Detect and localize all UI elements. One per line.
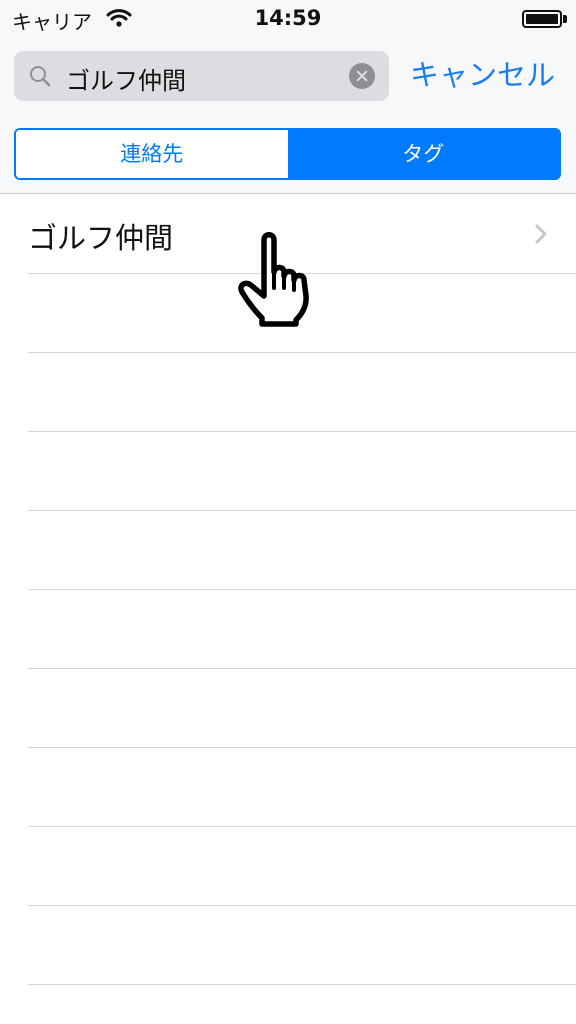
- search-query-text[interactable]: ゴルフ仲間: [66, 61, 186, 96]
- list-item-label: ゴルフ仲間: [28, 221, 174, 255]
- clock-time: 14:59: [254, 6, 322, 30]
- pointing-hand-icon: [238, 232, 309, 327]
- battery-tip: [563, 15, 567, 23]
- search-header: ゴルフ仲間 キャンセル 連絡先 タグ: [0, 40, 576, 194]
- search-input[interactable]: ゴルフ仲間: [14, 51, 389, 101]
- empty-row: [0, 827, 576, 906]
- chevron-right-icon: [535, 224, 547, 244]
- status-bar: キャリア 14:59: [0, 0, 576, 40]
- empty-row: [0, 590, 576, 669]
- cancel-button[interactable]: キャンセル: [410, 52, 555, 94]
- empty-row: [0, 511, 576, 590]
- clear-icon[interactable]: [349, 63, 375, 89]
- empty-row: [0, 353, 576, 432]
- scope-segmented-control: 連絡先 タグ: [14, 128, 561, 180]
- segment-tags[interactable]: タグ: [287, 130, 559, 178]
- empty-row: [0, 906, 576, 985]
- empty-row: [0, 669, 576, 748]
- empty-row: [0, 748, 576, 827]
- segment-contacts[interactable]: 連絡先: [16, 130, 288, 178]
- row-separator: [28, 984, 576, 985]
- empty-row: [0, 432, 576, 511]
- search-icon: [30, 66, 51, 87]
- battery-icon: [522, 10, 562, 28]
